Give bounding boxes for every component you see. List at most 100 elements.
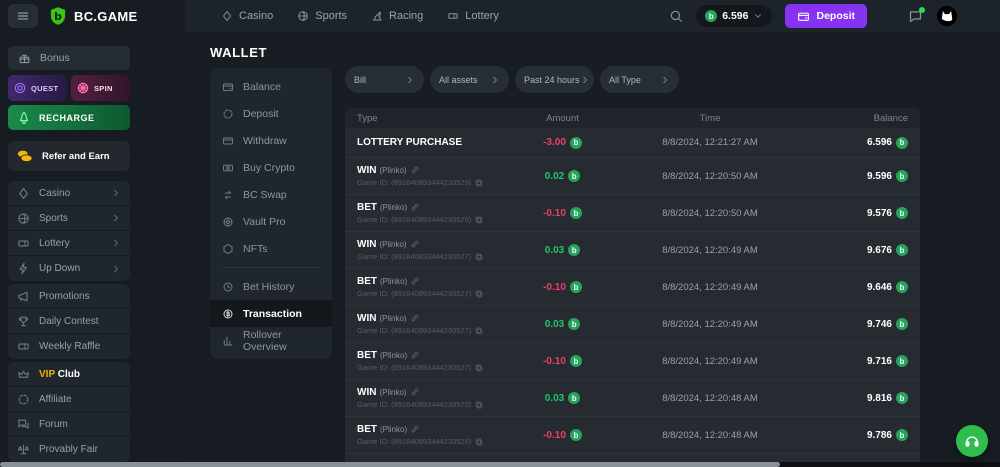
transaction-row: WIN(Plinko)Game ID: (891640893444230529)… bbox=[345, 158, 920, 195]
wallet-menu-item-deposit[interactable]: Deposit bbox=[210, 100, 332, 127]
sidebar-item-lottery[interactable]: Lottery bbox=[8, 231, 130, 256]
transaction-type: BET bbox=[357, 350, 377, 361]
bc-coin-icon: b bbox=[896, 392, 908, 404]
game-id: Game ID: (891640893444230527) bbox=[357, 363, 505, 373]
cell-type: WIN(Plinko)Game ID: (891640893444230527) bbox=[345, 313, 505, 336]
sidebar-item-label: Promotions bbox=[39, 291, 90, 302]
chat-icon[interactable] bbox=[908, 9, 923, 24]
sidebar-item-casino[interactable]: Casino bbox=[8, 181, 130, 206]
spin-wheel-icon bbox=[76, 81, 90, 95]
transaction-icon bbox=[222, 308, 234, 320]
nav-item-sports[interactable]: Sports bbox=[297, 10, 347, 22]
filter-past-24-hours[interactable]: Past 24 hours bbox=[515, 66, 594, 93]
deposit-button[interactable]: Deposit bbox=[785, 4, 867, 28]
quest-label: QUEST bbox=[31, 84, 58, 93]
filter-all-type[interactable]: All Type bbox=[600, 66, 679, 93]
logo[interactable]: b BC.GAME bbox=[48, 6, 138, 26]
sidebar-item-vip-club[interactable]: VIP Club bbox=[8, 362, 130, 387]
wallet-menu-label: Rollover Overview bbox=[243, 329, 320, 353]
refer-label: Refer and Earn bbox=[42, 151, 110, 162]
sports-icon bbox=[17, 212, 30, 225]
headphones-icon bbox=[964, 433, 980, 449]
language-globe-icon[interactable] bbox=[971, 9, 986, 24]
sidebar-menu-group: VIP ClubAffiliateForum Provably Fair bbox=[8, 362, 130, 462]
sidebar-item-weekly-raffle[interactable]: Weekly Raffle bbox=[8, 334, 130, 359]
spin-button[interactable]: SPIN bbox=[71, 75, 130, 101]
game-id: Game ID: (891640893444230527) bbox=[357, 289, 505, 299]
sidebar-item-sports[interactable]: Sports bbox=[8, 206, 130, 231]
link-icon bbox=[410, 387, 420, 397]
transaction-type: WIN bbox=[357, 239, 376, 250]
gold-coins-icon bbox=[16, 147, 34, 165]
sidebar-item-up-down[interactable]: Up Down bbox=[8, 256, 130, 281]
amount-value: -0.10 bbox=[543, 356, 566, 367]
chevron-right-icon bbox=[111, 188, 121, 198]
nav-item-casino[interactable]: Casino bbox=[221, 10, 273, 22]
horizontal-scrollbar[interactable] bbox=[0, 462, 1000, 467]
chevron-right-icon bbox=[490, 75, 500, 85]
balance-value: 9.816 bbox=[867, 393, 892, 404]
copy-icon bbox=[474, 400, 484, 410]
header-left: b BC.GAME bbox=[0, 0, 185, 32]
balance-value: 9.576 bbox=[867, 208, 892, 219]
cell-time: 8/8/2024, 12:20:48 AM bbox=[620, 430, 800, 441]
notifications-bell-icon[interactable] bbox=[880, 9, 895, 24]
refer-and-earn-button[interactable]: Refer and Earn bbox=[8, 141, 130, 171]
top-bar: b BC.GAME Casino Sports Racing Lottery b 6.… bbox=[0, 0, 1000, 32]
wallet-menu-item-rollover-overview[interactable]: Rollover Overview bbox=[210, 327, 332, 354]
cell-balance: 9.716b bbox=[800, 355, 920, 367]
wallet-menu-item-bet-history[interactable]: Bet History bbox=[210, 273, 332, 300]
copy-icon bbox=[474, 178, 484, 188]
bc-coin-icon: b bbox=[896, 318, 908, 330]
sidebar-bonus-button[interactable]: Bonus bbox=[8, 46, 130, 70]
cell-type: WIN(Plinko)Game ID: (891640893444230529) bbox=[345, 165, 505, 188]
game-id-text: Game ID: (891640893444230529) bbox=[357, 215, 471, 224]
wallet-icon bbox=[797, 10, 810, 23]
type-line: BET(Plinko) bbox=[357, 276, 505, 287]
sidebar-item-daily-contest[interactable]: Daily Contest bbox=[8, 309, 130, 334]
type-line: WIN(Plinko) bbox=[357, 313, 505, 324]
scrollbar-thumb[interactable] bbox=[0, 462, 780, 467]
game-id-text: Game ID: (891640893444230527) bbox=[357, 252, 471, 261]
avatar[interactable] bbox=[936, 5, 958, 27]
menu-button[interactable] bbox=[8, 4, 38, 28]
type-line: WIN(Plinko) bbox=[357, 165, 505, 176]
sidebar-item-promotions[interactable]: Promotions bbox=[8, 284, 130, 309]
balance-value: 6.596 bbox=[722, 10, 748, 22]
filter-label: Bill bbox=[354, 75, 366, 85]
nav-item-racing[interactable]: Racing bbox=[371, 10, 423, 22]
logo-text: BC.GAME bbox=[74, 9, 138, 24]
recharge-button[interactable]: RECHARGE bbox=[8, 105, 130, 130]
sidebar-item-label: Provably Fair bbox=[39, 444, 98, 455]
transaction-row: WIN(Plinko)Game ID: (891640893444230527)… bbox=[345, 306, 920, 343]
cell-time: 8/8/2024, 12:20:50 AM bbox=[620, 208, 800, 219]
filter-all-assets[interactable]: All assets bbox=[430, 66, 509, 93]
quest-button[interactable]: QUEST bbox=[8, 75, 67, 101]
wallet-menu-item-buy-crypto[interactable]: Buy Crypto bbox=[210, 154, 332, 181]
casino-icon bbox=[221, 10, 233, 22]
type-line: BET(Plinko) bbox=[357, 350, 505, 361]
wallet-menu-item-vault-pro[interactable]: Vault Pro bbox=[210, 208, 332, 235]
sidebar-item-label: Lottery bbox=[39, 238, 70, 249]
sidebar-item-forum[interactable]: Forum bbox=[8, 412, 130, 437]
filter-label: All Type bbox=[609, 75, 641, 85]
wallet-menu-item-transaction[interactable]: Transaction bbox=[210, 300, 332, 327]
wallet-menu-item-balance[interactable]: Balance bbox=[210, 73, 332, 100]
search-icon[interactable] bbox=[669, 9, 683, 23]
wallet-menu-item-withdraw[interactable]: Withdraw bbox=[210, 127, 332, 154]
balance-selector[interactable]: b 6.596 bbox=[696, 5, 772, 27]
filter-bill[interactable]: Bill bbox=[345, 66, 424, 93]
nav-item-lottery[interactable]: Lottery bbox=[447, 10, 499, 22]
cell-balance: 9.786b bbox=[800, 429, 920, 441]
vault-icon bbox=[222, 216, 234, 228]
cell-balance: 9.816 b bbox=[800, 392, 920, 404]
balance-value: 9.786 bbox=[867, 430, 892, 441]
sidebar-item-provably-fair[interactable]: Provably Fair bbox=[8, 437, 130, 462]
sidebar-item-affiliate[interactable]: Affiliate bbox=[8, 387, 130, 412]
nft-icon bbox=[222, 243, 234, 255]
type-line: BET(Plinko) bbox=[357, 202, 505, 213]
wallet-menu-item-nfts[interactable]: NFTs bbox=[210, 235, 332, 262]
link-icon bbox=[410, 202, 420, 212]
wallet-menu-item-bc-swap[interactable]: BC Swap bbox=[210, 181, 332, 208]
support-button[interactable] bbox=[956, 425, 988, 457]
